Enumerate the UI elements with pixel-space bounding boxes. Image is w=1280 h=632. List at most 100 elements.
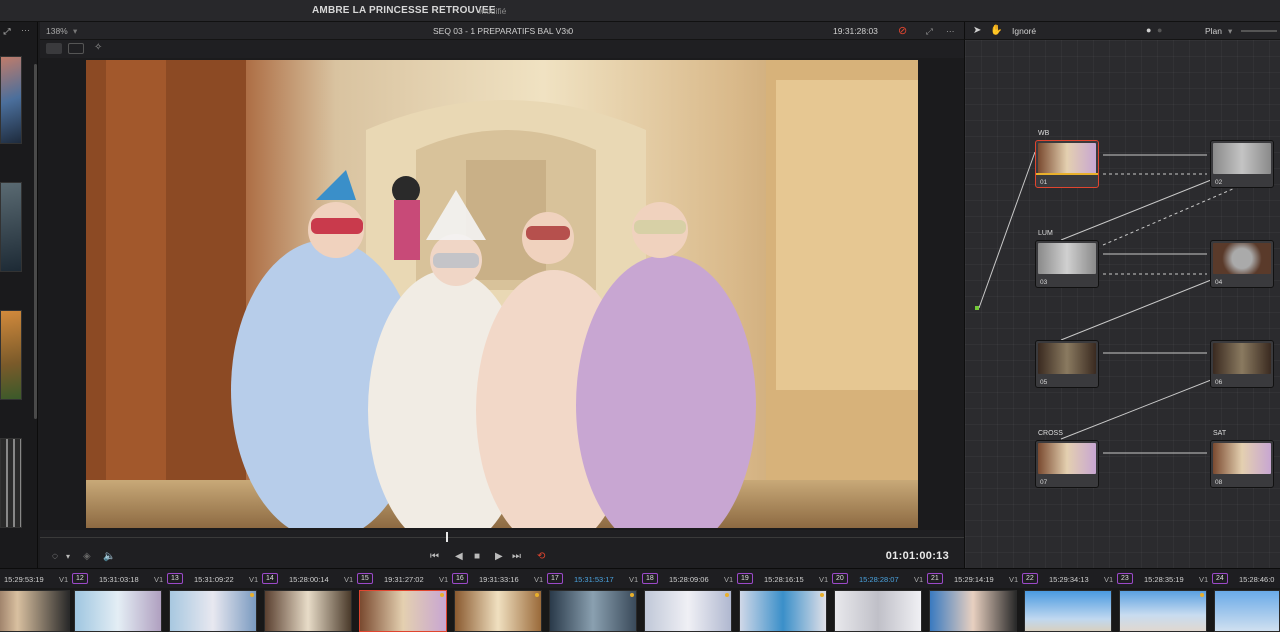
still-thumbnail[interactable] [0, 438, 22, 528]
clip-info[interactable]: 15:28:28:07 V1 21 [855, 569, 950, 589]
clip-info[interactable]: 19:31:33:16 V1 17 [475, 569, 570, 589]
chevron-down-icon[interactable]: ▾ [73, 26, 77, 37]
expand-icon[interactable]: ⤢ [4, 26, 11, 37]
clip-info[interactable]: 15:29:53:19 V1 12 [0, 569, 95, 589]
viewer-frame[interactable] [86, 60, 918, 528]
viewer-toolbar: ⤢ 138% ▾ SEQ 03 - 1 PREPARATIFS BAL V3.0… [4, 22, 964, 40]
node-number: 03 [1040, 279, 1048, 286]
play-reverse-icon[interactable]: ◀ [455, 551, 463, 562]
clip-info[interactable]: 15:28:16:15 V1 20 [760, 569, 855, 589]
magic-wand-icon[interactable]: ✧ [94, 42, 102, 53]
node-number: 02 [1215, 179, 1223, 186]
node-02[interactable]: 02 [1210, 140, 1274, 188]
more-options-icon[interactable]: ⋯ [946, 26, 955, 37]
flag-dot [630, 593, 634, 597]
node-editor-toolbar: ➤ ✋ Ignoré ● ● Plan ▾ [964, 22, 1280, 40]
scrub-track [40, 537, 964, 538]
clip-thumbnail[interactable] [264, 590, 352, 632]
playhead[interactable] [446, 532, 448, 542]
clip-info[interactable]: 19:31:27:02 V1 16 [380, 569, 475, 589]
dot-icon[interactable]: ● [1157, 25, 1162, 35]
still-thumbnail[interactable] [0, 182, 22, 272]
hand-icon[interactable]: ✋ [990, 25, 1002, 36]
clip-info[interactable]: 15:29:14:19 V1 22 [950, 569, 1045, 589]
clip-info[interactable]: 15:31:09:22 V1 14 [190, 569, 285, 589]
loop-icon[interactable]: ⟲ [537, 551, 545, 562]
node-thumbnail [1213, 343, 1271, 374]
node-mode-label[interactable]: Ignoré [1012, 26, 1036, 36]
single-view-icon[interactable] [46, 43, 62, 54]
still-thumbnail[interactable] [0, 56, 22, 144]
flag-dot [820, 593, 824, 597]
gallery-scrollbar[interactable] [34, 64, 37, 419]
node-number: 08 [1215, 479, 1223, 486]
clip-thumbnail[interactable] [834, 590, 922, 632]
node-thumbnail [1213, 443, 1271, 474]
viewer-subtoolbar: ✧ [40, 40, 964, 58]
chevron-down-icon[interactable]: ▾ [1228, 26, 1232, 37]
layers-icon[interactable]: ◈ [83, 551, 91, 562]
stop-icon[interactable]: ■ [474, 551, 480, 562]
play-icon[interactable]: ▶ [495, 551, 503, 562]
chevron-down-icon[interactable]: ▾ [566, 26, 570, 37]
node-01[interactable]: 01 [1035, 140, 1099, 188]
node-05[interactable]: 05 [1035, 340, 1099, 388]
clip-info[interactable]: 15:28:09:06 V1 19 [665, 569, 760, 589]
source-timecode: 19:31:28:03 [833, 26, 878, 36]
node-view-select[interactable]: Plan [1205, 26, 1222, 36]
source-output-pin[interactable] [975, 306, 979, 310]
node-07[interactable]: 07 [1035, 440, 1099, 488]
zoom-select[interactable]: 138% [46, 26, 68, 36]
more-options-icon[interactable]: ⋯ [21, 25, 30, 36]
audio-icon[interactable]: 🔈 [103, 551, 115, 562]
node-label: CROSS [1038, 430, 1063, 437]
node-08[interactable]: 08 [1210, 440, 1274, 488]
viewer [40, 58, 964, 530]
viewer-scrubber[interactable] [40, 530, 964, 546]
clip-info[interactable]: 15:28:00:14 V1 15 [285, 569, 380, 589]
clip-thumbnail[interactable] [644, 590, 732, 632]
clip-thumbnail[interactable] [739, 590, 827, 632]
clip-info[interactable]: 15:28:46:0 [1235, 569, 1280, 589]
node-editor[interactable]: WB 01 02 LUM 03 04 05 06 CROSS 07 SAT 08 [964, 40, 1280, 568]
go-to-end-icon[interactable]: ⏭ [512, 551, 521, 562]
still-thumbnail[interactable] [0, 310, 22, 400]
clip-thumbnail[interactable] [169, 590, 257, 632]
node-thumbnail [1038, 143, 1096, 174]
flag-dot [1200, 593, 1204, 597]
go-to-start-icon[interactable]: ⏮ [430, 551, 439, 562]
clip-thumbnail[interactable] [454, 590, 542, 632]
highlight-icon[interactable]: ◌ [52, 551, 58, 562]
zoom-slider[interactable] [1241, 30, 1277, 32]
clip-info[interactable]: 15:31:53:17 V1 18 [570, 569, 665, 589]
clip-thumbnail[interactable] [0, 590, 70, 632]
node-number: 01 [1040, 179, 1048, 186]
clip-thumbnail[interactable] [549, 590, 637, 632]
fullscreen-icon[interactable]: ⤢ [926, 26, 933, 37]
node-active-bar [1036, 173, 1098, 175]
clip-thumbnail[interactable] [1119, 590, 1207, 632]
clip-info[interactable]: 15:31:03:18 V1 13 [95, 569, 190, 589]
node-label: WB [1038, 130, 1050, 137]
clip-info[interactable]: 15:28:35:19 V1 24 [1140, 569, 1235, 589]
clip-thumbnail-selected[interactable] [359, 590, 447, 632]
node-03[interactable]: 03 [1035, 240, 1099, 288]
davinci-resolve-color-page: { "app":{"project_title":"AMBRE LA PRINC… [0, 0, 1280, 632]
clip-info[interactable]: 15:29:34:13 V1 23 [1045, 569, 1140, 589]
chevron-down-icon[interactable]: ▾ [66, 552, 70, 561]
clip-thumbnail[interactable] [1214, 590, 1280, 632]
clip-thumbnail[interactable] [1024, 590, 1112, 632]
node-thumbnail [1038, 343, 1096, 374]
project-title: AMBRE LA PRINCESSE RETROUVEE [312, 5, 496, 16]
clip-thumbnail[interactable] [74, 590, 162, 632]
node-04[interactable]: 04 [1210, 240, 1274, 288]
clip-name[interactable]: SEQ 03 - 1 PREPARATIFS BAL V3.0 [433, 26, 573, 36]
node-06[interactable]: 06 [1210, 340, 1274, 388]
dot-icon[interactable]: ● [1146, 25, 1151, 35]
split-view-icon[interactable] [68, 43, 84, 54]
bypass-icon[interactable]: ⊘ [898, 24, 907, 37]
node-label: SAT [1213, 430, 1227, 437]
pointer-icon[interactable]: ➤ [973, 25, 981, 36]
flag-dot [535, 593, 539, 597]
clip-thumbnail[interactable] [929, 590, 1017, 632]
